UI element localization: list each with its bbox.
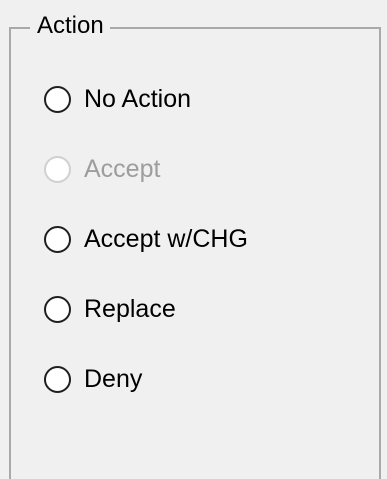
option-label: Replace: [84, 295, 176, 323]
option-accept-with-change[interactable]: Accept w/CHG: [44, 223, 248, 255]
option-label: Accept w/CHG: [84, 225, 248, 253]
radio-button-icon[interactable]: [44, 365, 71, 393]
option-label: Deny: [84, 365, 143, 393]
radio-button-icon[interactable]: [44, 295, 71, 323]
option-deny[interactable]: Deny: [44, 363, 142, 395]
radio-button-icon: [44, 155, 71, 183]
option-label: No Action: [84, 85, 192, 113]
radio-button-icon[interactable]: [44, 225, 71, 253]
action-group-title: Action: [30, 12, 110, 40]
option-replace[interactable]: Replace: [44, 293, 176, 325]
option-accept: Accept: [44, 153, 160, 185]
radio-button-icon[interactable]: [44, 85, 71, 113]
option-label: Accept: [84, 155, 161, 183]
option-no-action[interactable]: No Action: [44, 83, 191, 115]
